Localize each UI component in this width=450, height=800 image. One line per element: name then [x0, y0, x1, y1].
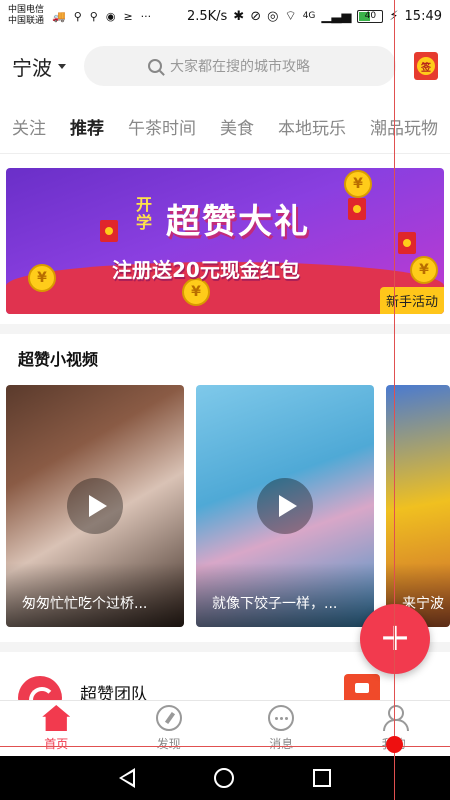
message-icon — [268, 705, 295, 731]
recents-icon[interactable] — [312, 769, 331, 787]
tab-trendy-goods[interactable]: 潮品玩物 — [370, 114, 438, 139]
play-icon — [67, 478, 123, 534]
play-icon — [257, 478, 313, 534]
back-icon[interactable] — [119, 768, 136, 788]
compass-icon — [155, 705, 182, 731]
signal-icon: ▁▃▅ — [321, 8, 352, 24]
carrier-2: 中国联通 — [8, 16, 45, 26]
nav-messages[interactable]: 消息 — [225, 701, 338, 756]
city-name: 宁波 — [12, 55, 52, 80]
red-envelope-icon — [398, 232, 416, 254]
tab-recommend[interactable]: 推荐 — [70, 114, 104, 139]
mute-icon: ⊘ — [250, 8, 262, 24]
notification-icons: 🚚 ⚲ ⚲ ◉ ≥ ··· — [52, 10, 151, 23]
red-envelope-icon — [348, 198, 366, 220]
video-caption: 匆匆忙忙吃个过桥... — [6, 563, 184, 627]
battery-icon: 40 — [357, 9, 384, 23]
promo-banner[interactable]: ¥ ¥ ¥ ¥ 开学 超赞大礼 注册送20元现金红包 新手活动 — [6, 168, 444, 314]
search-icon — [148, 59, 162, 73]
tab-follow[interactable]: 关注 — [12, 114, 46, 139]
touch-indicator-dot — [386, 736, 403, 753]
dropdown-triangle-icon — [58, 63, 66, 69]
sign-in-label: 签 — [417, 57, 435, 75]
nav-messages-label: 消息 — [269, 737, 294, 751]
network-type: 4G — [302, 11, 316, 21]
video-card[interactable]: 匆匆忙忙吃个过桥... — [6, 385, 184, 627]
video-caption: 就像下饺子一样，... — [196, 563, 374, 627]
status-right: 2.5K/s ✱ ⊘ ◎ ⌔ 4G ▁▃▅ 40 ⚡ 15:49 — [186, 8, 442, 25]
search-input[interactable]: 大家都在搜的城市攻略 — [84, 46, 396, 86]
truck-icon: 🚚 — [52, 9, 66, 23]
header: 宁波 大家都在搜的城市攻略 签 — [0, 40, 450, 92]
usb-icon: ⚲ — [73, 9, 82, 23]
search-placeholder: 大家都在搜的城市攻略 — [170, 59, 310, 75]
carrier-names: 中国电信 中国联通 — [8, 5, 44, 27]
wifi-icon: ⌔ — [284, 9, 297, 24]
video-card[interactable]: 就像下饺子一样，... — [196, 385, 374, 627]
debug-vertical-line — [394, 0, 395, 800]
city-selector[interactable]: 宁波 — [12, 52, 66, 81]
debug-horizontal-line — [0, 746, 450, 747]
banner-kaixue: 开学 — [136, 195, 153, 232]
app-icon: ≥ — [123, 9, 133, 23]
home-key-icon[interactable] — [213, 768, 234, 788]
section-divider — [0, 324, 450, 334]
nav-discover-label: 发现 — [156, 737, 181, 751]
more-icon: ··· — [140, 9, 152, 23]
category-tabs: 关注 推荐 午茶时间 美食 本地玩乐 潮品玩物 — [0, 100, 450, 154]
sign-in-icon[interactable]: 签 — [414, 52, 438, 80]
newbie-badge: 新手活动 — [379, 287, 444, 314]
weibo-icon: ◉ — [105, 9, 116, 23]
nav-home[interactable]: 首页 — [0, 701, 113, 756]
status-bar: 中国电信 中国联通 🚚 ⚲ ⚲ ◉ ≥ ··· 2.5K/s ✱ ⊘ ◎ ⌔ 4… — [0, 0, 450, 32]
video-card[interactable]: 来宁波 — [386, 385, 450, 627]
coin-icon: ¥ — [410, 256, 438, 284]
home-icon — [42, 705, 71, 731]
eye-icon: ◎ — [267, 8, 279, 24]
nav-home-label: 首页 — [44, 737, 69, 751]
usb-icon-2: ⚲ — [89, 9, 98, 23]
clock: 15:49 — [404, 8, 442, 24]
red-envelope-icon — [100, 220, 118, 242]
coin-icon: ¥ — [28, 264, 56, 292]
carrier-1: 中国电信 — [8, 5, 45, 15]
network-speed: 2.5K/s — [186, 8, 228, 24]
tab-food[interactable]: 美食 — [220, 114, 254, 139]
coin-icon: ¥ — [344, 170, 372, 198]
tab-afternoon-tea[interactable]: 午茶时间 — [128, 114, 196, 139]
banner-title: 超赞大礼 — [166, 202, 310, 242]
bottom-nav: 首页 发现 消息 我的 — [0, 700, 450, 756]
tab-local-fun[interactable]: 本地玩乐 — [278, 114, 346, 139]
bluetooth-icon: ✱ — [233, 8, 245, 24]
create-post-button[interactable]: + — [360, 604, 430, 674]
system-nav-bar — [0, 756, 450, 800]
nav-discover[interactable]: 发现 — [113, 701, 226, 756]
videos-section-title: 超赞小视频 — [18, 350, 99, 369]
banner-subtitle: 注册送20元现金红包 — [112, 258, 300, 282]
